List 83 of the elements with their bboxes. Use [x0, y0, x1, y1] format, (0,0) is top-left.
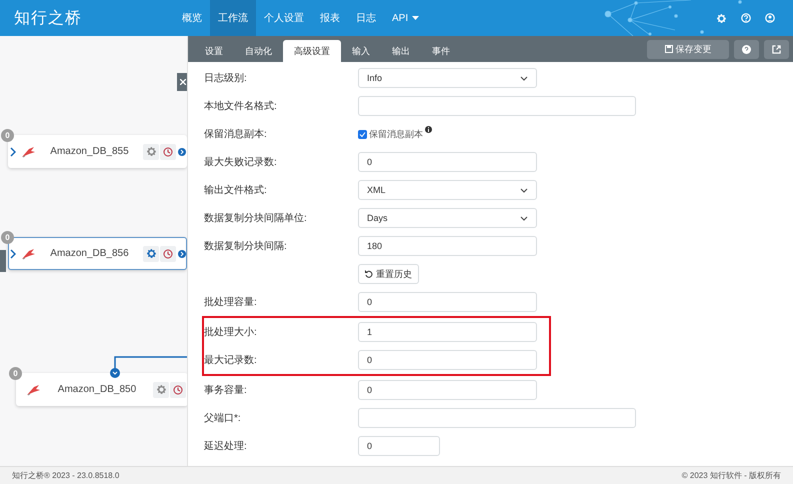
field-label: 事务容量: — [204, 384, 248, 397]
message-count-badge: 0 — [1, 231, 14, 244]
chevron-down-icon — [520, 188, 528, 192]
node-schedule-button[interactable] — [170, 382, 186, 398]
field-label: 最大记录数: — [204, 354, 258, 367]
save-icon — [664, 45, 672, 53]
undo-icon — [365, 270, 373, 278]
external-link-icon — [772, 44, 781, 54]
input-field[interactable] — [358, 408, 636, 428]
field-label: 日志级别: — [204, 72, 248, 85]
connector-icon — [25, 382, 41, 396]
nav-link[interactable]: 个人设置 — [256, 0, 312, 36]
connector-icon — [20, 246, 36, 260]
checkbox[interactable] — [358, 130, 367, 138]
chevron-down-icon — [520, 76, 528, 80]
close-icon[interactable] — [177, 73, 187, 91]
info-icon — [425, 126, 432, 132]
field-label: 批处理容量: — [204, 296, 258, 309]
input-field[interactable]: 0 — [358, 292, 537, 312]
output-port-icon[interactable] — [178, 146, 186, 156]
input-port-icon[interactable] — [10, 248, 16, 258]
dropdown-field[interactable]: Days — [358, 208, 537, 228]
field-label: 延迟处理: — [204, 440, 248, 453]
reset-history-button[interactable]: 重置历史 — [358, 264, 419, 284]
field-label: 数据复制分块间隔: — [204, 240, 288, 253]
user-icon[interactable] — [765, 13, 775, 23]
field-label: 保留消息副本: — [204, 128, 268, 141]
node-schedule-button[interactable] — [160, 246, 176, 262]
nav-link[interactable]: 工作流 — [210, 0, 256, 36]
clock-icon — [163, 146, 173, 156]
workflow-node[interactable]: Amazon_DB_855 — [8, 135, 187, 168]
help-icon — [742, 44, 751, 54]
input-field[interactable]: 0 — [358, 380, 537, 400]
copyright-text: © 2023 知行软件 - 版权所有 — [682, 470, 781, 481]
clock-icon — [163, 248, 173, 258]
tab[interactable]: 输出 — [381, 40, 421, 62]
workflow-node[interactable]: Amazon_DB_856 — [8, 237, 187, 270]
input-field[interactable] — [358, 96, 636, 116]
node-schedule-button[interactable] — [160, 144, 176, 160]
nav-link[interactable]: API — [384, 0, 428, 36]
input-field[interactable]: 180 — [358, 236, 537, 256]
chevron-down-icon — [520, 216, 528, 220]
field-label: 批处理大小: — [204, 326, 258, 339]
input-port-icon[interactable] — [10, 146, 16, 156]
message-count-badge: 0 — [1, 129, 14, 142]
node-name: Amazon_DB_855 — [49, 146, 130, 157]
save-button[interactable]: 保存变更 — [647, 40, 729, 58]
input-field[interactable]: 0 — [358, 152, 537, 172]
node-name: Amazon_DB_856 — [49, 248, 130, 259]
field-label: 数据复制分块间隔单位: — [204, 212, 308, 225]
field-label: 最大失败记录数: — [204, 156, 278, 169]
open-external-button[interactable] — [764, 40, 789, 58]
help-button[interactable] — [734, 40, 759, 58]
node-name: Amazon_DB_850 — [56, 384, 138, 395]
tab[interactable]: 自动化 — [234, 40, 283, 62]
logo[interactable]: 知行之桥 — [14, 8, 82, 28]
caret-icon — [412, 16, 420, 20]
clock-icon — [173, 384, 183, 394]
workflow-node[interactable]: Amazon_DB_850 — [16, 373, 187, 406]
expand-handle[interactable] — [0, 250, 6, 272]
connector-icon — [20, 144, 36, 158]
input-field[interactable]: 0 — [358, 350, 537, 370]
help-icon[interactable] — [741, 13, 751, 23]
tab[interactable]: 输入 — [341, 40, 381, 62]
version-text: 知行之桥® 2023 - 23.0.8518.0 — [12, 470, 120, 481]
tab[interactable]: 事件 — [421, 40, 461, 62]
output-port-icon[interactable] — [178, 248, 186, 258]
dropdown-field[interactable]: Info — [358, 68, 537, 88]
input-field[interactable]: 0 — [358, 436, 440, 456]
field-label: 输出文件格式: — [204, 184, 268, 197]
settings-icon[interactable] — [716, 12, 727, 24]
field-label: 本地文件名格式: — [204, 100, 278, 113]
message-count-badge: 0 — [9, 367, 22, 380]
input-field[interactable]: 1 — [358, 322, 537, 342]
field-label: 父端口*: — [204, 412, 242, 425]
tab[interactable]: 高级设置 — [283, 40, 341, 62]
checkbox-label: 保留消息副本 — [369, 128, 423, 140]
tab[interactable]: 设置 — [194, 40, 234, 62]
input-port-icon[interactable] — [110, 368, 120, 378]
nav-link[interactable]: 日志 — [348, 0, 384, 36]
nav-link[interactable]: 概览 — [174, 0, 210, 36]
nav-link[interactable]: 报表 — [312, 0, 348, 36]
dropdown-field[interactable]: XML — [358, 180, 537, 200]
